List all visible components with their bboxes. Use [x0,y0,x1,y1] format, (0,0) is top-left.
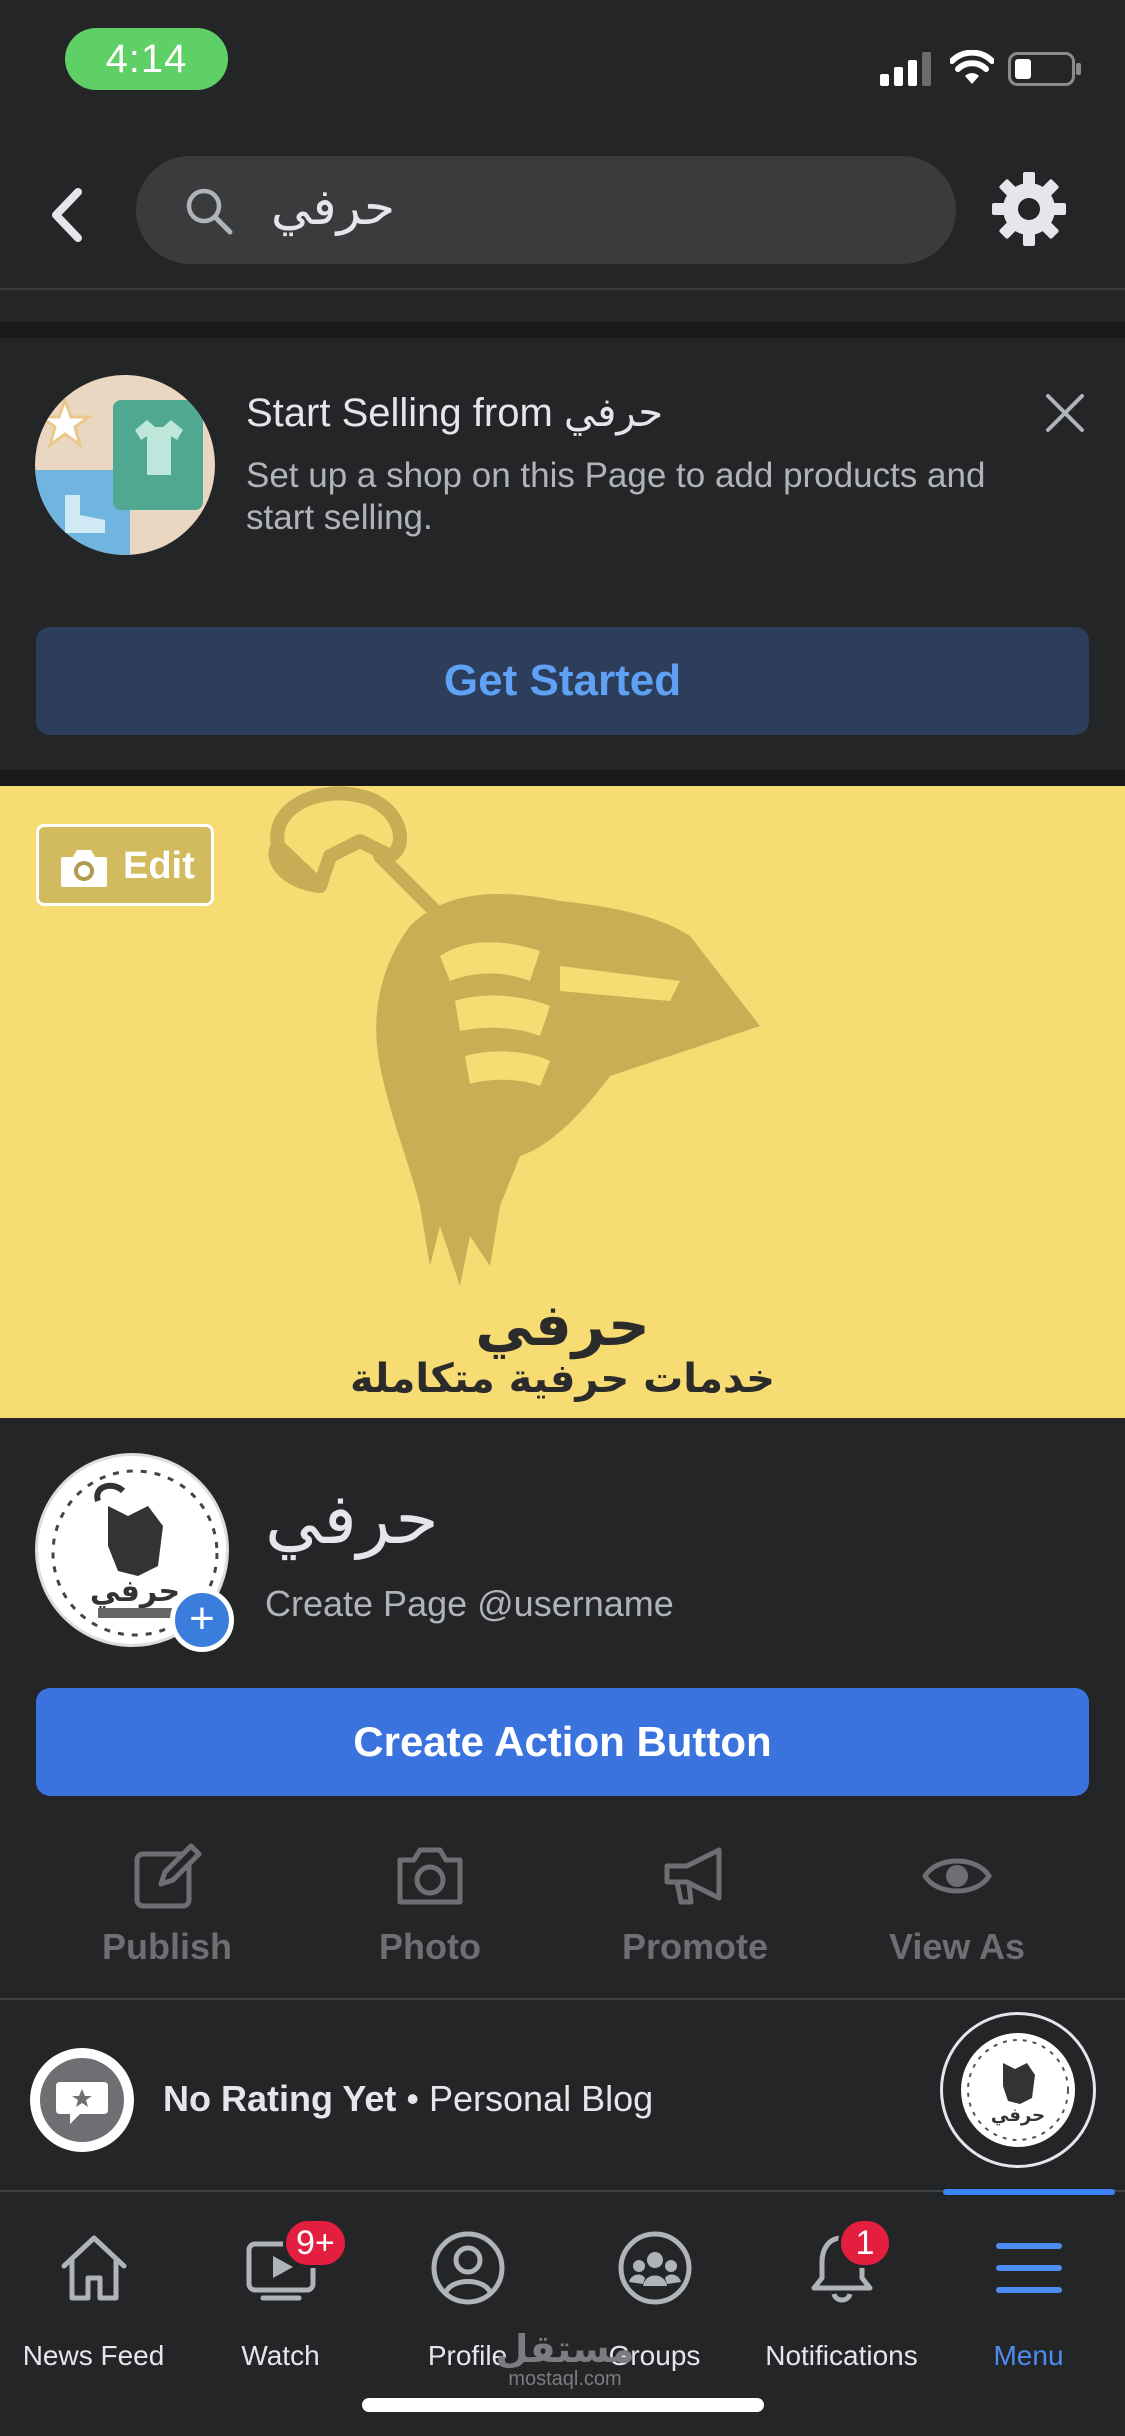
page-title: حرفي [265,1478,439,1560]
back-button[interactable] [40,180,100,250]
watermark: مستقل mostaql.com [480,2330,650,2391]
edit-cover-label: Edit [123,845,195,887]
search-input[interactable]: حرفي [136,156,956,264]
eye-icon [922,1858,992,1894]
home-indicator[interactable] [362,2398,764,2412]
cover-logo-text: حرفي [475,1291,650,1359]
tab-notifications[interactable]: 1 Notifications [748,2192,935,2392]
gear-icon[interactable] [990,170,1068,248]
create-action-button[interactable]: Create Action Button [36,1688,1089,1796]
tab-label: Menu [993,2340,1064,2371]
watermark-latin: mostaql.com [508,2368,622,2390]
camera-icon [61,850,107,887]
active-tab-indicator [943,2189,1115,2195]
edit-cover-button[interactable]: Edit [36,824,214,906]
section-divider [0,322,1125,338]
publish-label: Publish [101,1926,232,1967]
home-icon [61,2235,127,2301]
profile-icon [431,2231,505,2305]
close-icon[interactable] [1040,388,1090,438]
photo-label: Photo [379,1926,481,1967]
search-icon [186,188,233,235]
page-profile-section: حرفي + حرفي Create Page @username Create… [0,1418,1125,1998]
battery-icon [1008,52,1081,86]
view-as-label: View As [888,1926,1026,1967]
photo-button[interactable]: Photo [305,1828,555,1978]
fist-wrench-illustration [268,786,760,1286]
search-query: حرفي [271,179,396,235]
create-username-link[interactable]: Create Page @username [265,1583,674,1625]
page-info-row: No Rating Yet • Personal Blog حرفي [0,2000,1125,2188]
wifi-icon [950,50,994,84]
cover-tagline: خدمات حرفية متكاملة [350,1356,775,1402]
groups-icon [618,2231,692,2305]
shop-illustration [35,375,215,555]
get-started-button[interactable]: Get Started [36,627,1089,735]
status-bar: 4:14 [0,0,1125,120]
watch-badge: 9+ [283,2218,348,2268]
camera-icon [397,1847,463,1905]
tab-watch[interactable]: 9+ Watch [187,2192,374,2392]
megaphone-icon [664,1847,722,1905]
tab-menu[interactable]: Menu [935,2189,1122,2392]
shop-promo-description: Set up a shop on this Page to add produc… [246,456,986,537]
page-category: Personal Blog [429,2078,654,2119]
svg-text:حرفي: حرفي [90,1574,180,1609]
rating-status: No Rating Yet [163,2078,397,2119]
cellular-signal-icon [880,52,931,86]
section-divider [0,770,1125,786]
status-time: 4:14 [65,28,228,90]
cover-photo: Edit حرفي خدمات حرفية متكاملة [0,786,1125,1418]
promote-button[interactable]: Promote [570,1828,820,1978]
add-photo-button[interactable]: + [170,1588,234,1652]
hamburger-icon [996,2243,1062,2293]
shop-promo-card: Start Selling from حرفي Set up a shop on… [0,340,1125,770]
notifications-badge: 1 [838,2218,892,2268]
publish-button[interactable]: Publish [42,1828,292,1978]
search-header: حرفي [0,120,1125,290]
shop-promo-title: Start Selling from حرفي [246,391,664,435]
rating-separator: • [406,2078,419,2119]
watermark-arabic: مستقل [495,2327,635,2371]
rating-summary: No Rating Yet • Personal Blog [163,2078,653,2120]
quick-actions: Publish Photo Promote View As [0,1828,1125,1988]
promote-label: Promote [621,1926,769,1967]
svg-text:حرفي: حرفي [991,2105,1045,2126]
view-as-button[interactable]: View As [832,1828,1082,1978]
page-avatar-thumbnail[interactable]: حرفي [940,2012,1096,2168]
rating-icon [30,2048,134,2152]
tab-news-feed[interactable]: News Feed [0,2192,187,2392]
edit-icon [134,1843,202,1909]
